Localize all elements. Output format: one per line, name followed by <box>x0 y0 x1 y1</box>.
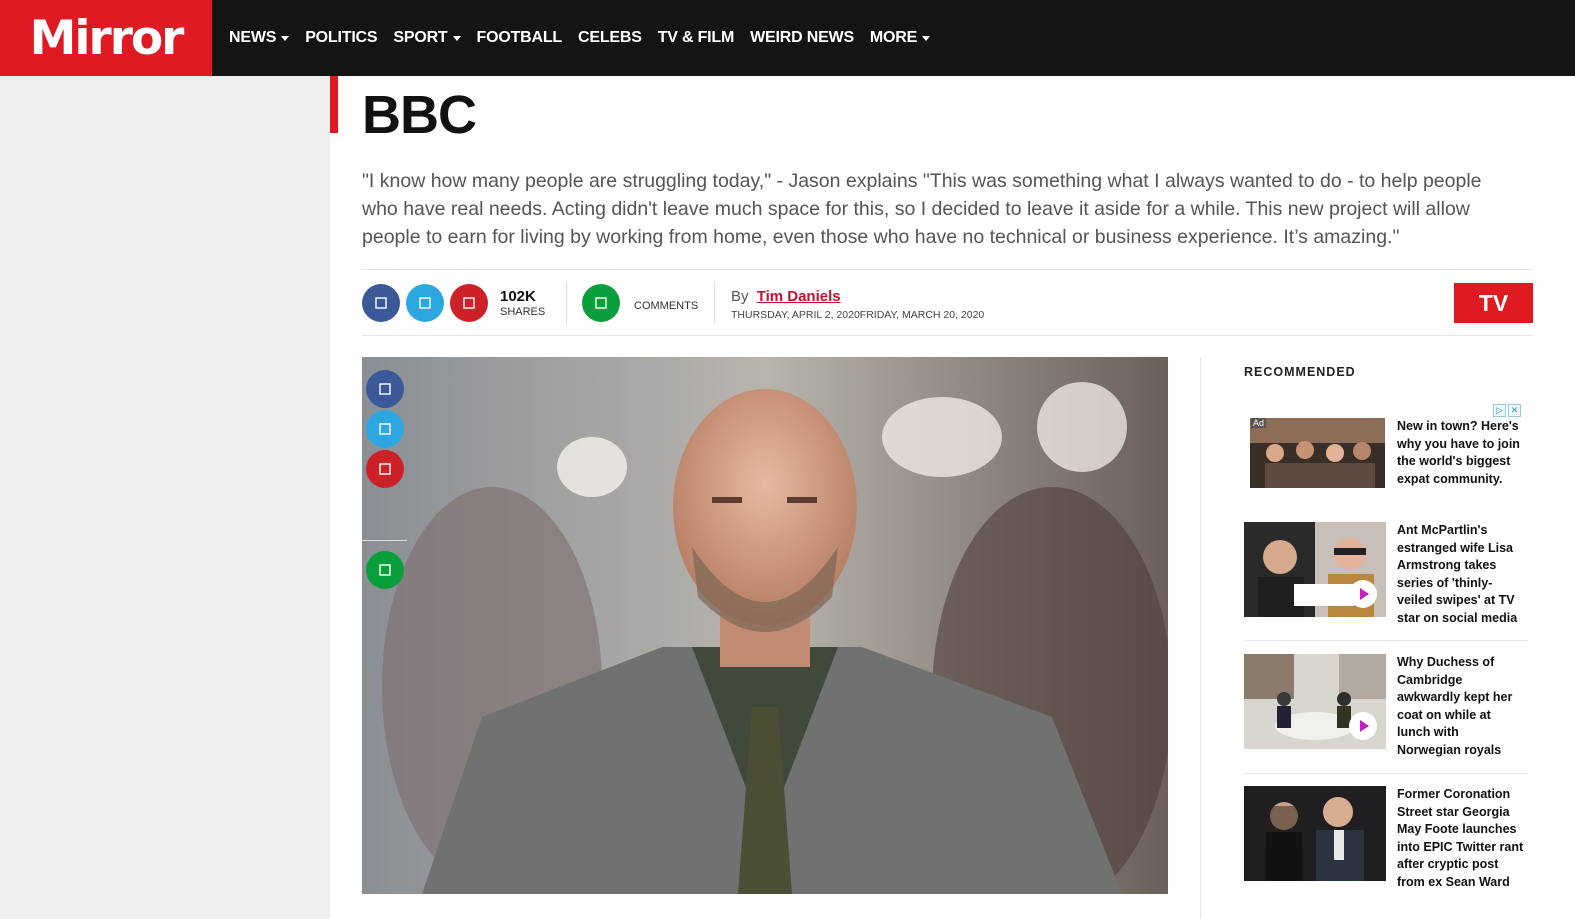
nav-item-sport[interactable]: SPORT <box>393 29 461 47</box>
facebook-share-button[interactable] <box>362 284 400 322</box>
nav-item-weird-news[interactable]: WEIRD NEWS <box>750 29 854 47</box>
ad-badge: Ad <box>1251 418 1267 428</box>
recommended-item[interactable]: Why Duchess of Cambridge awkwardly kept … <box>1244 654 1528 764</box>
recommended-item[interactable]: Ant McPartlin's estranged wife Lisa Arms… <box>1244 522 1528 625</box>
article-thumbnail <box>1244 786 1386 881</box>
caret-down-icon <box>452 35 461 41</box>
ad-close-icon[interactable]: ✕ <box>1508 404 1521 417</box>
recommended-heading: RECOMMENDED <box>1244 365 1356 379</box>
recommended-item-text: Why Duchess of Cambridge awkwardly kept … <box>1397 655 1513 757</box>
divider <box>1244 773 1528 774</box>
divider <box>714 282 715 324</box>
nav-label: POLITICS <box>305 29 378 46</box>
pinterest-icon <box>379 463 391 475</box>
top-navigation-bar: Mirror NEWS POLITICS SPORT FOOTBALL CELE… <box>0 0 1575 76</box>
twitter-share-button[interactable] <box>406 284 444 322</box>
nav-label: CELEBS <box>578 29 642 46</box>
adchoices-icon[interactable]: ▷ ✕ <box>1493 404 1521 417</box>
play-video-icon[interactable] <box>1349 580 1377 608</box>
recommended-item-text: New in town? Here's why you have to join… <box>1397 419 1520 486</box>
nav-label: FOOTBALL <box>476 29 563 46</box>
pinterest-share-button[interactable] <box>450 284 488 322</box>
nav-label: TV & FILM <box>657 29 735 46</box>
facebook-icon <box>379 383 391 395</box>
nav-item-football[interactable]: FOOTBALL <box>477 29 563 47</box>
main-nav: NEWS POLITICS SPORT FOOTBALL CELEBS TV &… <box>229 0 946 76</box>
sidebar-divider <box>1200 357 1201 919</box>
divider <box>362 540 407 541</box>
recommended-item-text: Ant McPartlin's estranged wife Lisa Arms… <box>1397 523 1518 625</box>
recommended-item[interactable]: New in town? Here's why you have to join… <box>1244 418 1528 518</box>
title-accent-bar <box>330 76 338 133</box>
nav-label: NEWS <box>229 29 277 46</box>
byline: By Tim Daniels <box>731 288 841 305</box>
share-count-label: SHARES <box>500 306 546 318</box>
share-count-number: 102K <box>500 288 536 305</box>
twitter-icon <box>419 297 431 309</box>
nav-item-news[interactable]: NEWS <box>229 29 290 47</box>
share-count: 102K SHARES <box>500 288 545 318</box>
divider <box>1244 640 1528 641</box>
by-label: By <box>731 288 749 305</box>
byline-share-bar: 102K SHARES COMMENTS By Tim Daniels THUR… <box>362 269 1533 336</box>
recommended-item-text: Former Coronation Street star Georgia Ma… <box>1397 787 1524 889</box>
recommended-item[interactable]: Former Coronation Street star Georgia Ma… <box>1244 786 1528 916</box>
side-comments-button[interactable] <box>366 551 404 589</box>
ad-info-icon[interactable]: ▷ <box>1493 404 1506 417</box>
nav-label: MORE <box>869 29 918 46</box>
pinterest-icon <box>463 297 475 309</box>
caret-down-icon <box>281 35 290 41</box>
comments-button[interactable] <box>582 284 620 322</box>
left-gutter <box>0 76 330 919</box>
article-standfirst: "I know how many people are struggling t… <box>362 170 1482 248</box>
section-badge-tv[interactable]: TV <box>1454 283 1533 323</box>
play-video-icon[interactable] <box>1349 712 1377 740</box>
nav-item-celebs[interactable]: CELEBS <box>578 29 642 47</box>
side-twitter-share-button[interactable] <box>366 410 404 448</box>
side-facebook-share-button[interactable] <box>366 370 404 408</box>
ad-thumbnail <box>1250 418 1385 488</box>
nav-item-politics[interactable]: POLITICS <box>305 29 377 47</box>
article-title: BBC <box>362 85 477 145</box>
divider <box>566 282 567 324</box>
nav-item-more[interactable]: MORE <box>869 29 931 47</box>
nav-label: WEIRD NEWS <box>750 29 854 46</box>
portrait-image <box>362 357 1168 894</box>
author-link[interactable]: Tim Daniels <box>757 288 841 305</box>
article-dates: THURSDAY, APRIL 2, 2020FRIDAY, MARCH 20,… <box>731 309 985 321</box>
twitter-icon <box>379 423 391 435</box>
comment-icon <box>379 564 391 576</box>
facebook-icon <box>375 297 387 309</box>
comment-icon <box>595 297 607 309</box>
nav-label: SPORT <box>393 29 448 46</box>
nav-item-tv-film[interactable]: TV & FILM <box>657 29 735 47</box>
mirror-logo[interactable]: Mirror <box>0 0 212 76</box>
side-pinterest-share-button[interactable] <box>366 450 404 488</box>
comments-label[interactable]: COMMENTS <box>634 300 698 312</box>
caret-down-icon <box>922 35 931 41</box>
article-hero-image <box>362 357 1168 894</box>
